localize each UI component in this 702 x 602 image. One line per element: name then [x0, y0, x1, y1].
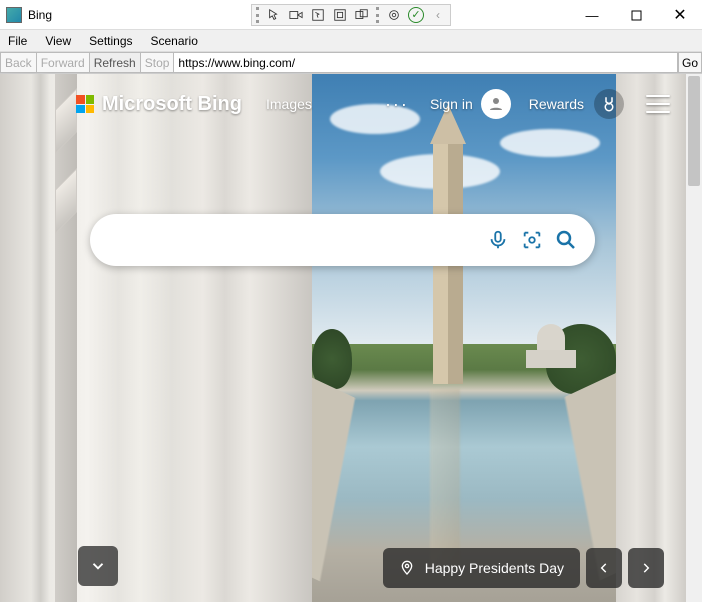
vertical-scrollbar[interactable]	[686, 74, 702, 602]
background-image	[0, 74, 686, 602]
browser-nav-bar: Back Forward Refresh Stop Go	[0, 52, 702, 74]
tool-pointer-icon[interactable]	[308, 6, 328, 24]
nav-forward-button[interactable]: Forward	[36, 52, 90, 73]
window-maximize-button[interactable]	[614, 0, 658, 30]
image-info-bar: Happy Presidents Day	[383, 548, 664, 588]
window-titlebar: Bing ✓ ‹ — ✕	[0, 0, 702, 30]
window-title: Bing	[28, 8, 52, 22]
tool-collapse-icon[interactable]: ‹	[428, 6, 448, 24]
menu-settings[interactable]: Settings	[89, 34, 132, 48]
tool-box-icon[interactable]	[330, 6, 350, 24]
hamburger-menu-button[interactable]	[646, 95, 670, 113]
rewards-button[interactable]: Rewards	[529, 89, 624, 119]
window-close-button[interactable]: ✕	[658, 0, 702, 30]
menu-file[interactable]: File	[8, 34, 27, 48]
avatar-icon	[481, 89, 511, 119]
tool-multibox-icon[interactable]	[352, 6, 372, 24]
menu-scenario[interactable]: Scenario	[151, 34, 198, 48]
tool-status-ok-icon[interactable]: ✓	[406, 6, 426, 24]
nav-go-button[interactable]: Go	[678, 52, 702, 73]
image-search-icon[interactable]	[515, 223, 549, 257]
image-caption-button[interactable]: Happy Presidents Day	[383, 548, 580, 588]
search-box[interactable]	[90, 214, 595, 266]
address-bar[interactable]	[173, 52, 678, 73]
browser-viewport: Microsoft Bing Images ··· Sign in Reward…	[0, 74, 702, 602]
bing-logo-text: Microsoft Bing	[102, 93, 242, 116]
image-caption-text: Happy Presidents Day	[425, 560, 564, 576]
location-pin-icon	[399, 560, 415, 576]
nav-back-button[interactable]: Back	[0, 52, 37, 73]
signin-button[interactable]: Sign in	[430, 89, 511, 119]
toolbar-grip-icon	[256, 7, 260, 23]
nav-refresh-button[interactable]: Refresh	[89, 52, 141, 73]
tool-cursor-icon[interactable]	[264, 6, 284, 24]
next-image-button[interactable]	[628, 548, 664, 588]
more-menu-button[interactable]: ···	[382, 94, 412, 115]
debug-toolbar: ✓ ‹	[251, 4, 451, 26]
tool-record-icon[interactable]	[286, 6, 306, 24]
site-header: Microsoft Bing Images ··· Sign in Reward…	[0, 84, 686, 124]
window-minimize-button[interactable]: —	[570, 0, 614, 30]
microsoft-logo-icon	[76, 95, 94, 113]
rewards-label: Rewards	[529, 96, 584, 112]
signin-label: Sign in	[430, 96, 473, 112]
voice-search-icon[interactable]	[481, 223, 515, 257]
menu-bar: File View Settings Scenario	[0, 30, 702, 52]
prev-image-button[interactable]	[586, 548, 622, 588]
search-input[interactable]	[112, 231, 481, 249]
nav-images-link[interactable]: Images	[266, 96, 312, 112]
nav-stop-button[interactable]: Stop	[140, 52, 175, 73]
toolbar-separator	[376, 7, 380, 23]
bing-logo[interactable]: Microsoft Bing	[76, 93, 242, 116]
search-icon[interactable]	[549, 223, 583, 257]
menu-view[interactable]: View	[45, 34, 71, 48]
rewards-medal-icon	[594, 89, 624, 119]
scroll-down-button[interactable]	[78, 546, 118, 586]
app-icon	[6, 7, 22, 23]
scrollbar-thumb[interactable]	[688, 76, 700, 186]
tool-target-icon[interactable]	[384, 6, 404, 24]
page-content: Microsoft Bing Images ··· Sign in Reward…	[0, 74, 686, 602]
